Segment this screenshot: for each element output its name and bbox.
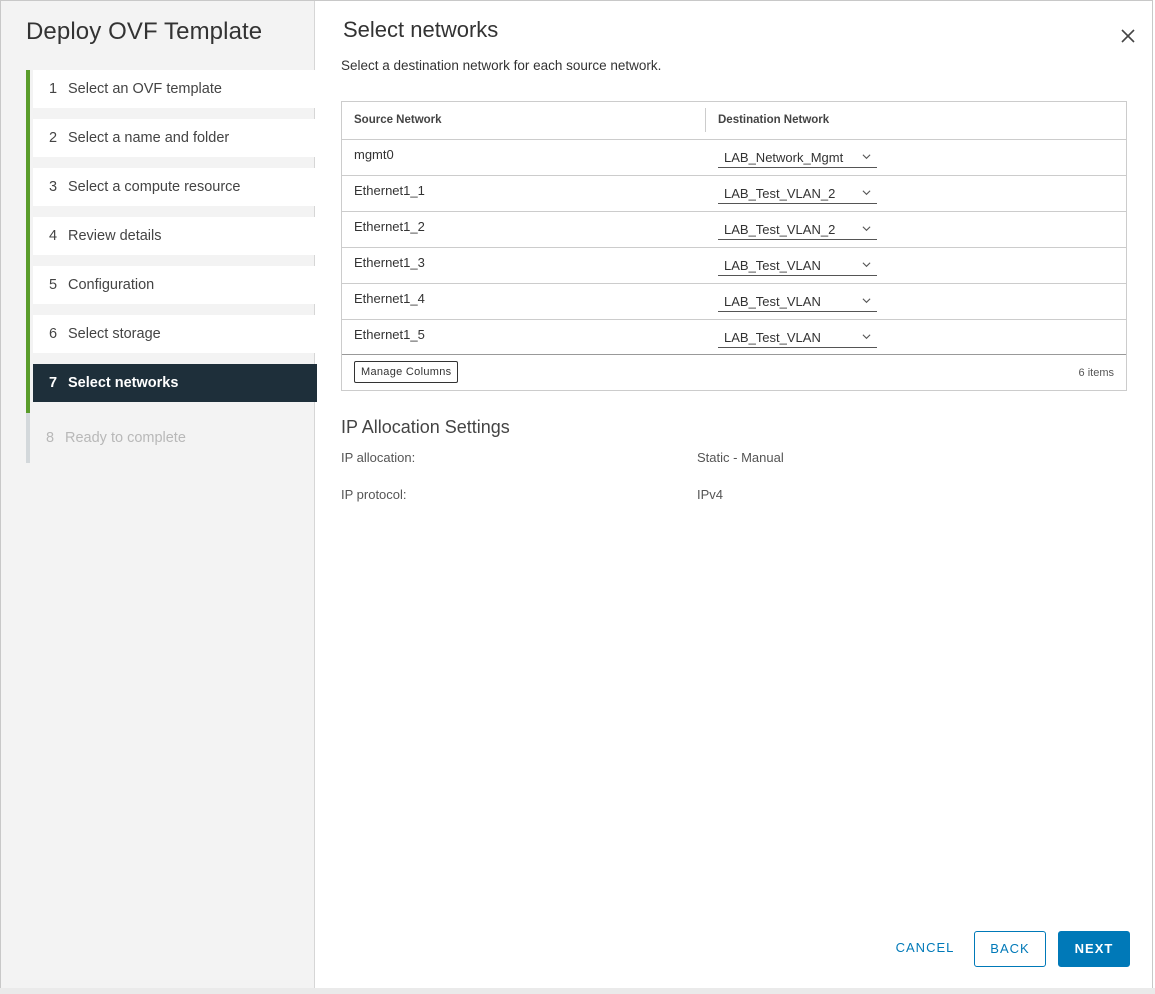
table-row: Ethernet1_3 LAB_Test_VLAN xyxy=(342,248,1126,284)
destination-network-select[interactable]: LAB_Test_VLAN_2 xyxy=(718,220,877,240)
wizard-content: Select networks Select a destination net… xyxy=(341,1,1135,989)
chevron-down-icon xyxy=(862,262,871,268)
ip-allocation-value: Static - Manual xyxy=(697,450,784,465)
step-label: Review details xyxy=(68,228,162,244)
step-number: 6 xyxy=(49,326,58,342)
step-label: Configuration xyxy=(68,277,155,293)
cancel-button[interactable]: CANCEL xyxy=(889,931,961,967)
chevron-down-icon xyxy=(862,334,871,340)
deploy-ovf-dialog: Deploy OVF Template 1 Select an OVF temp… xyxy=(0,0,1153,990)
selected-value: LAB_Test_VLAN_2 xyxy=(724,222,836,237)
back-button[interactable]: BACK xyxy=(974,931,1046,967)
chevron-down-icon xyxy=(862,190,871,196)
item-count: 6 items xyxy=(1078,367,1114,379)
ip-allocation-label: IP allocation: xyxy=(341,450,416,465)
step-number: 1 xyxy=(49,81,58,97)
step-number: 7 xyxy=(49,375,58,391)
column-header-destination-network[interactable]: Destination Network xyxy=(718,114,829,126)
step-select-storage[interactable]: 6 Select storage xyxy=(33,315,317,353)
destination-network-select[interactable]: LAB_Test_VLAN xyxy=(718,328,877,348)
step-label: Select a compute resource xyxy=(68,179,241,195)
wizard-sidebar: Deploy OVF Template 1 Select an OVF temp… xyxy=(1,1,317,989)
step-label: Select a name and folder xyxy=(68,130,230,146)
networks-datagrid: Source Network Destination Network mgmt0… xyxy=(341,101,1127,391)
ip-protocol-value: IPv4 xyxy=(697,487,724,502)
column-header-source-network[interactable]: Source Network xyxy=(354,114,442,126)
ip-allocation-settings-heading: IP Allocation Settings xyxy=(341,417,510,437)
source-network-cell: Ethernet1_3 xyxy=(354,255,425,270)
source-network-cell: Ethernet1_5 xyxy=(354,327,425,342)
step-review-details[interactable]: 4 Review details xyxy=(33,217,317,255)
step-select-networks[interactable]: 7 Select networks xyxy=(33,364,317,402)
destination-network-select[interactable]: LAB_Network_Mgmt xyxy=(718,148,877,168)
step-label: Select an OVF template xyxy=(68,81,222,97)
step-select-compute-resource[interactable]: 3 Select a compute resource xyxy=(33,168,317,206)
selected-value: LAB_Test_VLAN xyxy=(724,294,821,309)
step-number: 2 xyxy=(49,130,58,146)
table-row: Ethernet1_5 LAB_Test_VLAN xyxy=(342,320,1126,355)
step-number: 8 xyxy=(46,430,55,446)
selected-value: LAB_Test_VLAN xyxy=(724,330,821,345)
wizard-title: Deploy OVF Template xyxy=(26,18,263,45)
chevron-down-icon xyxy=(862,298,871,304)
chevron-down-icon xyxy=(862,154,871,160)
step-number: 4 xyxy=(49,228,58,244)
datagrid-footer: Manage Columns 6 items xyxy=(342,354,1126,391)
step-label: Select networks xyxy=(68,375,179,391)
wizard-steps: 1 Select an OVF template 2 Select a name… xyxy=(26,70,317,413)
table-row: Ethernet1_4 LAB_Test_VLAN xyxy=(342,284,1126,320)
selected-value: LAB_Test_VLAN_2 xyxy=(724,186,836,201)
step-ready-to-complete: 8 Ready to complete xyxy=(30,419,314,457)
selected-value: LAB_Test_VLAN xyxy=(724,258,821,273)
step-number: 5 xyxy=(49,277,58,293)
step-select-name-folder[interactable]: 2 Select a name and folder xyxy=(33,119,317,157)
chevron-down-icon xyxy=(862,226,871,232)
page-title: Select networks xyxy=(343,17,499,42)
destination-network-select[interactable]: LAB_Test_VLAN_2 xyxy=(718,184,877,204)
step-label: Select storage xyxy=(68,326,161,342)
source-network-cell: Ethernet1_1 xyxy=(354,183,425,198)
source-network-cell: Ethernet1_4 xyxy=(354,291,425,306)
close-button[interactable] xyxy=(1119,27,1137,45)
page-subtitle: Select a destination network for each so… xyxy=(341,58,662,73)
destination-network-select[interactable]: LAB_Test_VLAN xyxy=(718,256,877,276)
source-network-cell: mgmt0 xyxy=(354,147,394,162)
table-row: Ethernet1_1 LAB_Test_VLAN_2 xyxy=(342,176,1126,212)
manage-columns-button[interactable]: Manage Columns xyxy=(354,361,459,383)
datagrid-header: Source Network Destination Network xyxy=(342,102,1126,140)
ip-protocol-label: IP protocol: xyxy=(341,487,407,502)
column-separator[interactable] xyxy=(705,108,706,132)
source-network-cell: Ethernet1_2 xyxy=(354,219,425,234)
close-icon xyxy=(1121,29,1135,43)
background-window-strip xyxy=(0,988,1155,994)
step-configuration[interactable]: 5 Configuration xyxy=(33,266,317,304)
step-label: Ready to complete xyxy=(65,430,186,446)
next-button[interactable]: NEXT xyxy=(1058,931,1130,967)
table-row: Ethernet1_2 LAB_Test_VLAN_2 xyxy=(342,212,1126,248)
step-number: 3 xyxy=(49,179,58,195)
selected-value: LAB_Network_Mgmt xyxy=(724,150,844,165)
table-row: mgmt0 LAB_Network_Mgmt xyxy=(342,140,1126,176)
step-select-ovf-template[interactable]: 1 Select an OVF template xyxy=(33,70,317,108)
destination-network-select[interactable]: LAB_Test_VLAN xyxy=(718,292,877,312)
